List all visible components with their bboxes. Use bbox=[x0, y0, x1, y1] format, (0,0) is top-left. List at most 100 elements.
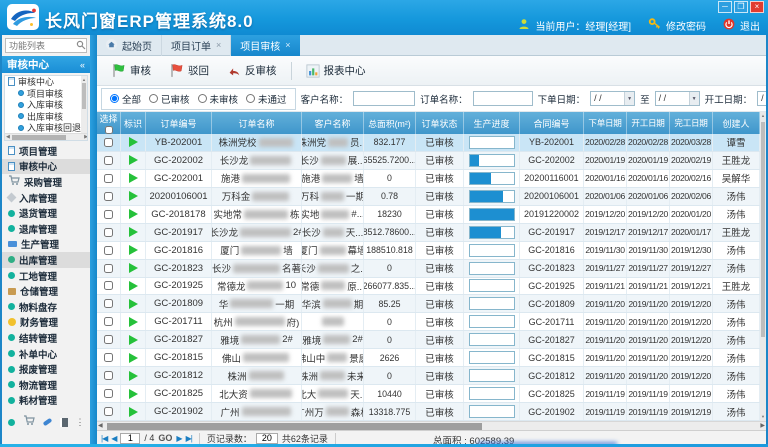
last-page-button[interactable]: ▶| bbox=[186, 434, 192, 443]
status-radio-0[interactable]: 全部 bbox=[110, 92, 141, 106]
order-date-to-picker[interactable]: / / ▼ bbox=[655, 91, 700, 106]
column-header-11[interactable]: 完工日期 bbox=[670, 112, 713, 134]
collapse-icon[interactable]: « bbox=[80, 60, 85, 70]
sidebar-item-cart-2[interactable]: 采购管理 bbox=[2, 174, 90, 190]
tab-2[interactable]: 项目审核× bbox=[231, 35, 299, 56]
table-row[interactable]: GC-2018178实地常栋实地#...18230已审核201912200022… bbox=[97, 206, 760, 224]
row-checkbox[interactable] bbox=[104, 281, 113, 290]
row-checkbox[interactable] bbox=[104, 156, 113, 165]
first-page-button[interactable]: |◀ bbox=[101, 434, 107, 443]
sidebar-item-chip-6[interactable]: 生产管理 bbox=[2, 237, 90, 253]
sidebar-item-dot-4[interactable]: 退货管理 bbox=[2, 205, 90, 221]
row-checkbox[interactable] bbox=[104, 299, 113, 308]
function-search-box[interactable] bbox=[5, 38, 87, 53]
chevron-down-icon[interactable]: ▼ bbox=[624, 92, 634, 105]
column-header-12[interactable]: 创建人 bbox=[713, 112, 760, 134]
sidebar-item-dot-12[interactable]: 结转管理 bbox=[2, 330, 90, 346]
table-row[interactable]: GC-201809华一期华滨期85.25已审核GC-2018092019/11/… bbox=[97, 295, 760, 313]
toolbar-button-2[interactable]: 反审核 bbox=[218, 60, 286, 81]
maximize-button[interactable]: ❐ bbox=[734, 1, 748, 13]
toolbar-button-0[interactable]: 审核 bbox=[102, 60, 160, 81]
column-header-1[interactable]: 标识 bbox=[121, 112, 146, 134]
book-icon[interactable] bbox=[60, 418, 68, 427]
sidebar-splitter[interactable] bbox=[90, 35, 97, 445]
sidebar-item-dot-14[interactable]: 报废管理 bbox=[2, 361, 90, 377]
dot-icon[interactable] bbox=[8, 419, 15, 426]
row-checkbox[interactable] bbox=[104, 335, 113, 344]
column-header-3[interactable]: 订单名称 bbox=[212, 112, 302, 134]
customer-name-input[interactable] bbox=[353, 91, 415, 106]
table-row[interactable]: GC-201815佛山佛山中景康2626已审核GC-2018152019/11/… bbox=[97, 349, 760, 367]
go-button[interactable]: GO bbox=[158, 433, 172, 443]
row-checkbox[interactable] bbox=[104, 353, 113, 362]
table-row[interactable]: YB-202001株洲党校株洲党员...832.177已审核YB-2020012… bbox=[97, 134, 760, 152]
row-checkbox[interactable] bbox=[104, 210, 113, 219]
scroll-up-icon[interactable]: ▲ bbox=[81, 76, 87, 83]
table-row[interactable]: GC-201825北大资北大天...10440已审核GC-2018252019/… bbox=[97, 385, 760, 403]
table-row[interactable]: GC-201902广州广州万森林13318.775已审核GC-201902201… bbox=[97, 403, 760, 421]
radio-input[interactable] bbox=[110, 94, 119, 103]
tab-close-icon[interactable]: × bbox=[216, 41, 221, 50]
table-row[interactable]: GC-201925常德龙10常德原...266077.835...已审核GC-2… bbox=[97, 278, 760, 296]
sidebar-item-dot-10[interactable]: 物料盘存 bbox=[2, 299, 90, 315]
grid-vertical-scrollbar[interactable]: ▲ ▼ bbox=[760, 112, 766, 421]
column-header-8[interactable]: 合同编号 bbox=[520, 112, 584, 134]
scroll-up-icon[interactable]: ▲ bbox=[760, 112, 766, 120]
table-row[interactable]: GC-201823长沙名著长沙之...0已审核GC-2018232019/11/… bbox=[97, 260, 760, 278]
pen-icon[interactable] bbox=[42, 418, 52, 426]
hscroll-thumb[interactable] bbox=[107, 423, 482, 430]
row-checkbox[interactable] bbox=[104, 389, 113, 398]
tree-horizontal-scrollbar[interactable]: ◀ ▶ bbox=[5, 133, 88, 140]
sidebar-panel-header[interactable]: 审核中心 « bbox=[2, 56, 90, 73]
row-checkbox[interactable] bbox=[104, 228, 113, 237]
scroll-left-icon[interactable]: ◀ bbox=[6, 134, 10, 141]
row-checkbox[interactable] bbox=[104, 317, 113, 326]
scroll-down-icon[interactable]: ▼ bbox=[760, 413, 766, 421]
column-header-5[interactable]: 总面积(m²) bbox=[364, 112, 416, 134]
row-checkbox[interactable] bbox=[104, 174, 113, 183]
tree-vertical-scrollbar[interactable]: ▲ bbox=[81, 76, 87, 133]
radio-input[interactable] bbox=[246, 94, 255, 103]
row-checkbox[interactable] bbox=[104, 138, 113, 147]
table-row[interactable]: GC-202001施港施港墙0已审核202001160012020/01/162… bbox=[97, 170, 760, 188]
table-row[interactable]: GC-201812株洲株洲未来0已审核GC-2018122019/11/2020… bbox=[97, 367, 760, 385]
order-name-input[interactable] bbox=[473, 91, 533, 106]
column-header-10[interactable]: 开工日期 bbox=[627, 112, 670, 134]
column-header-4[interactable]: 客户名称 bbox=[302, 112, 364, 134]
page-number-input[interactable] bbox=[120, 433, 140, 444]
function-search-input[interactable] bbox=[6, 41, 76, 51]
table-row[interactable]: GC-201827雅境2#雅境2#0已审核GC-2018272019/11/20… bbox=[97, 331, 760, 349]
next-page-button[interactable]: ▶ bbox=[176, 434, 181, 443]
sidebar-item-dot-15[interactable]: 物流管理 bbox=[2, 377, 90, 393]
sidebar-item-star-3[interactable]: 入库管理 bbox=[2, 190, 90, 206]
tree-node-item[interactable]: 入库审核回退 bbox=[5, 122, 87, 134]
column-header-7[interactable]: 生产进度 bbox=[464, 112, 520, 134]
page-size-input[interactable] bbox=[256, 433, 278, 444]
table-row[interactable]: GC-201711杭州府)0已审核GC-2017112019/11/202019… bbox=[97, 313, 760, 331]
scroll-right-icon[interactable]: ▶ bbox=[84, 134, 88, 141]
sidebar-item-doc-0[interactable]: 项目管理 bbox=[2, 143, 90, 159]
row-checkbox[interactable] bbox=[104, 246, 113, 255]
column-header-0[interactable]: 选择 bbox=[97, 112, 121, 134]
sidebar-item-dot-8[interactable]: 工地管理 bbox=[2, 268, 90, 284]
tab-close-icon[interactable]: × bbox=[285, 41, 290, 50]
table-row[interactable]: GC-201917长沙龙2#长沙天...8512.78600...已审核GC-2… bbox=[97, 224, 760, 242]
row-checkbox[interactable] bbox=[104, 192, 113, 201]
status-radio-3[interactable]: 未通过 bbox=[246, 92, 287, 106]
change-password-link[interactable]: 修改密码 bbox=[666, 18, 706, 33]
select-all-checkbox[interactable] bbox=[105, 126, 113, 134]
row-checkbox[interactable] bbox=[104, 371, 113, 380]
cart-icon[interactable] bbox=[23, 413, 35, 431]
chevron-down-icon[interactable]: ▼ bbox=[689, 92, 699, 105]
table-row[interactable]: GC-201816厦门墙厦门幕墙188510.818已审核GC-20181620… bbox=[97, 242, 760, 260]
row-checkbox[interactable] bbox=[104, 407, 113, 416]
row-checkbox[interactable] bbox=[104, 264, 113, 273]
tree-vscroll-thumb[interactable] bbox=[82, 83, 86, 109]
prev-page-button[interactable]: ◀ bbox=[111, 434, 116, 443]
tree-hscroll-thumb[interactable] bbox=[12, 135, 66, 140]
toolbar-button-3[interactable]: 报表中心 bbox=[297, 60, 375, 81]
toolbar-button-1[interactable]: 驳回 bbox=[160, 60, 218, 81]
column-header-2[interactable]: 订单编号 bbox=[146, 112, 212, 134]
more-icon[interactable]: ⋮ bbox=[76, 417, 85, 427]
close-button[interactable]: × bbox=[750, 1, 764, 13]
